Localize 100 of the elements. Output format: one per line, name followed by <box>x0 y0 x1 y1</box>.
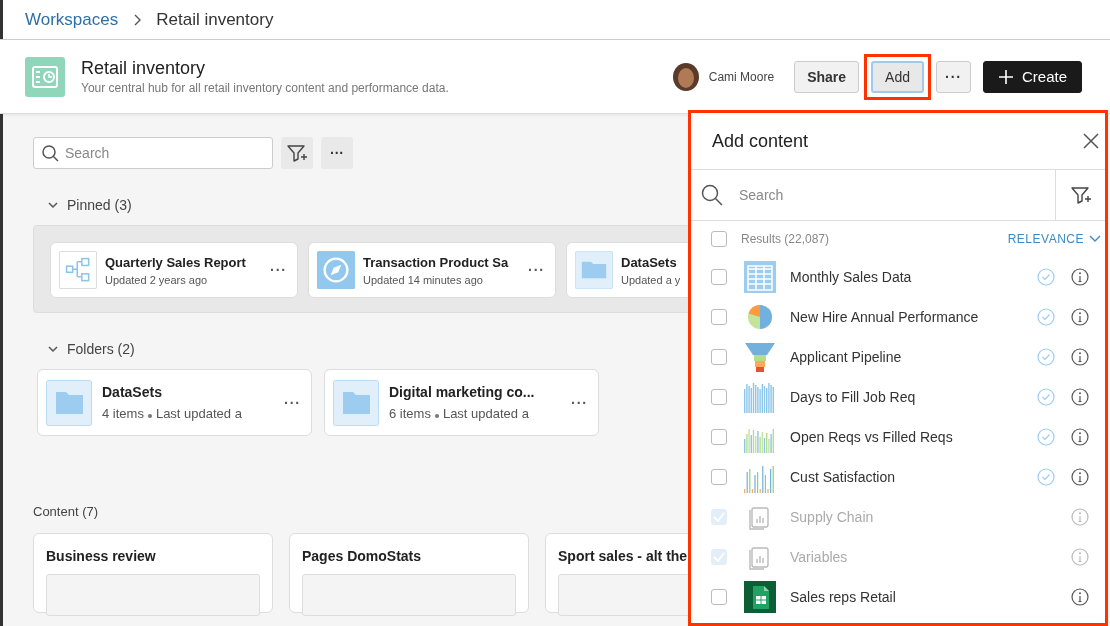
funnel-chart-icon <box>744 341 776 373</box>
page-subtitle: Your central hub for all retail inventory content and performance data. <box>81 81 450 95</box>
breadcrumb-item[interactable]: Workspaces <box>25 9 119 30</box>
content-card[interactable]: Sport sales - alt the <box>545 533 688 613</box>
user-name: Cami Moore <box>708 69 775 84</box>
checkbox[interactable] <box>711 589 727 605</box>
pinned-card[interactable]: Quarterly Sales Report Updated 2 years ago ··· <box>50 242 298 298</box>
checkbox[interactable] <box>711 469 727 485</box>
item-name[interactable]: Cust Satisfaction <box>790 469 1037 485</box>
create-button[interactable]: Create <box>982 60 1082 93</box>
last-updated: Last updated a <box>155 406 242 421</box>
section-title[interactable]: Pinned (3) <box>67 197 132 213</box>
more-button[interactable]: ··· <box>282 394 303 411</box>
item-name[interactable]: New Hire Annual Performance <box>790 309 1037 325</box>
info-icon <box>1071 348 1089 366</box>
more-button[interactable]: ··· <box>935 60 971 93</box>
bar-chart-icon <box>744 381 776 413</box>
flow-diagram-icon <box>59 251 97 289</box>
section-title: Content (7) <box>33 504 100 519</box>
item-name[interactable]: Days to Fill Job Req <box>790 389 1037 405</box>
search-field[interactable]: Search <box>33 137 273 169</box>
plus-icon <box>997 68 1014 85</box>
section-title[interactable]: Folders (2) <box>67 341 135 357</box>
card-title: DataSets <box>621 254 678 270</box>
more-button[interactable]: ··· <box>268 262 289 278</box>
item-count: 4 items <box>102 406 144 421</box>
pinned-card[interactable]: Transaction Product Sa Updated 14 minutes ago ··· <box>308 242 556 298</box>
item-count: 6 items <box>389 406 431 421</box>
card-title: Pages DomoStats <box>302 548 423 564</box>
info-button[interactable] <box>1071 308 1089 326</box>
folder-name: Digital marketing co... <box>389 384 536 400</box>
breadcrumb-item: Retail inventory <box>156 9 274 30</box>
search-icon <box>701 184 723 206</box>
info-icon <box>1071 308 1089 326</box>
card-meta: Updated 14 minutes ago <box>363 273 484 286</box>
card-title: Business review <box>46 548 157 564</box>
info-icon <box>1071 468 1089 486</box>
info-icon <box>1071 268 1089 286</box>
search-field[interactable]: Search <box>691 170 1055 220</box>
checkbox[interactable] <box>711 429 727 445</box>
table-icon <box>744 261 776 293</box>
folder-name: DataSets <box>102 384 163 400</box>
card-title: Sport sales - alt the <box>558 548 688 564</box>
checkbox[interactable] <box>711 269 727 285</box>
item-name[interactable]: Applicant Pipeline <box>790 349 1037 365</box>
checkbox[interactable] <box>711 389 727 405</box>
info-icon <box>1071 588 1089 606</box>
card-meta: Updated 2 years ago <box>105 273 209 286</box>
item-name[interactable]: Open Reqs vs Filled Reqs <box>790 429 1037 445</box>
dashboard-icon <box>25 56 65 97</box>
folder-card[interactable]: Digital marketing co... 6 items Last updated a ··· <box>324 369 599 436</box>
header-button[interactable]: Add <box>871 60 924 93</box>
info-icon <box>1071 428 1089 446</box>
info-button[interactable] <box>1071 388 1089 406</box>
filter-button[interactable] <box>281 137 313 169</box>
filter-add-icon <box>1069 185 1092 205</box>
item-name: Supply Chain <box>790 509 875 525</box>
info-button[interactable] <box>1071 588 1089 606</box>
info-icon <box>1071 548 1089 566</box>
info-icon <box>1071 388 1089 406</box>
content-card[interactable]: Pages DomoStats <box>289 533 529 613</box>
results-count: Results (22,087) <box>741 232 831 246</box>
info-button[interactable] <box>1071 348 1089 366</box>
close-icon <box>1083 133 1099 149</box>
item-name[interactable]: Sales reps Retail <box>790 589 1037 605</box>
header-button[interactable]: Share <box>794 60 860 93</box>
search-icon <box>41 144 59 162</box>
filter-add-icon <box>286 143 308 163</box>
checkbox[interactable] <box>711 309 727 325</box>
info-button[interactable] <box>1071 428 1089 446</box>
card-title: Transaction Product Sa <box>363 254 510 270</box>
checkbox[interactable] <box>711 349 727 365</box>
page-title: Retail inventory <box>81 58 207 79</box>
item-name[interactable]: Monthly Sales Data <box>790 269 1037 285</box>
card-meta: Updated a y <box>621 273 682 286</box>
more-button[interactable]: ··· <box>526 262 547 278</box>
chevron-right-icon <box>132 13 143 26</box>
more-button[interactable]: ··· <box>321 137 353 169</box>
avatar <box>672 62 699 91</box>
content-card[interactable]: Business review <box>33 533 273 613</box>
more-button[interactable]: ··· <box>569 394 590 411</box>
chevron-down-icon <box>1089 235 1101 243</box>
folder-icon <box>333 379 379 426</box>
folder-icon <box>46 379 92 426</box>
compass-icon <box>317 251 355 289</box>
sort-dropdown[interactable]: RELEVANCE <box>1007 232 1105 246</box>
card-title: Quarterly Sales Report <box>105 254 247 270</box>
checkbox[interactable] <box>711 231 727 247</box>
bullet-icon <box>434 413 439 418</box>
last-updated: Last updated a <box>442 406 529 421</box>
pinned-card[interactable]: DataSets Updated a y <box>566 242 688 298</box>
folder-icon <box>575 251 613 289</box>
info-button[interactable] <box>1071 268 1089 286</box>
panel-title: Add content <box>712 130 810 152</box>
item-name: Variables <box>790 549 849 565</box>
folder-card[interactable]: DataSets 4 items Last updated a ··· <box>37 369 312 436</box>
info-icon <box>1071 508 1089 526</box>
bullet-icon <box>147 413 152 418</box>
info-button[interactable] <box>1071 468 1089 486</box>
spreadsheet-icon <box>744 581 776 613</box>
